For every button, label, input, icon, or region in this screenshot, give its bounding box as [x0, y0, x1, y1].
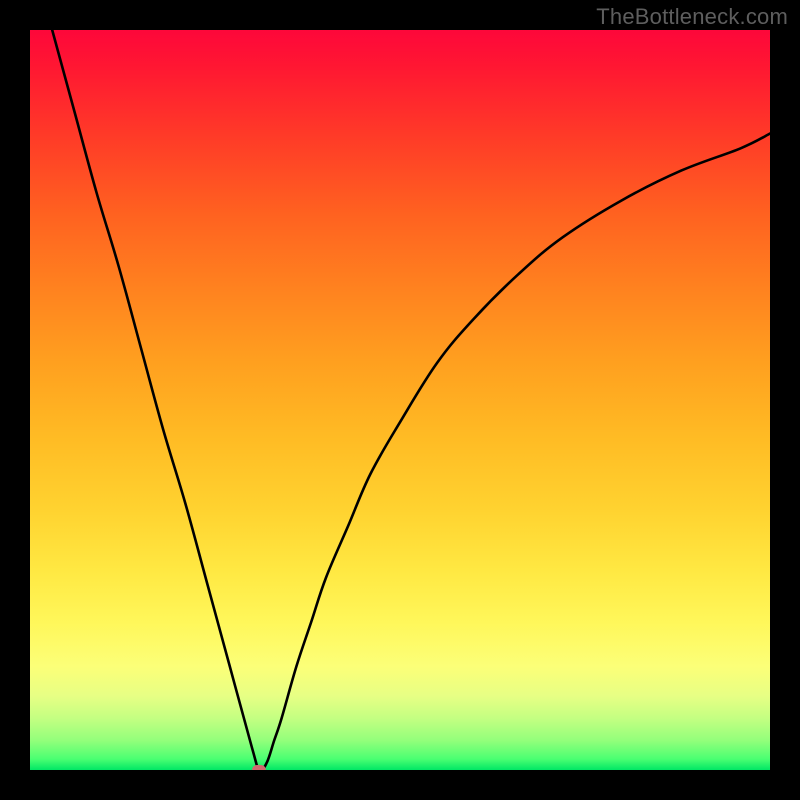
- min-marker: [252, 765, 266, 770]
- curve-svg: [30, 30, 770, 770]
- chart-frame: TheBottleneck.com: [0, 0, 800, 800]
- watermark-text: TheBottleneck.com: [596, 4, 788, 30]
- bottleneck-curve: [52, 30, 770, 770]
- plot-area: [30, 30, 770, 770]
